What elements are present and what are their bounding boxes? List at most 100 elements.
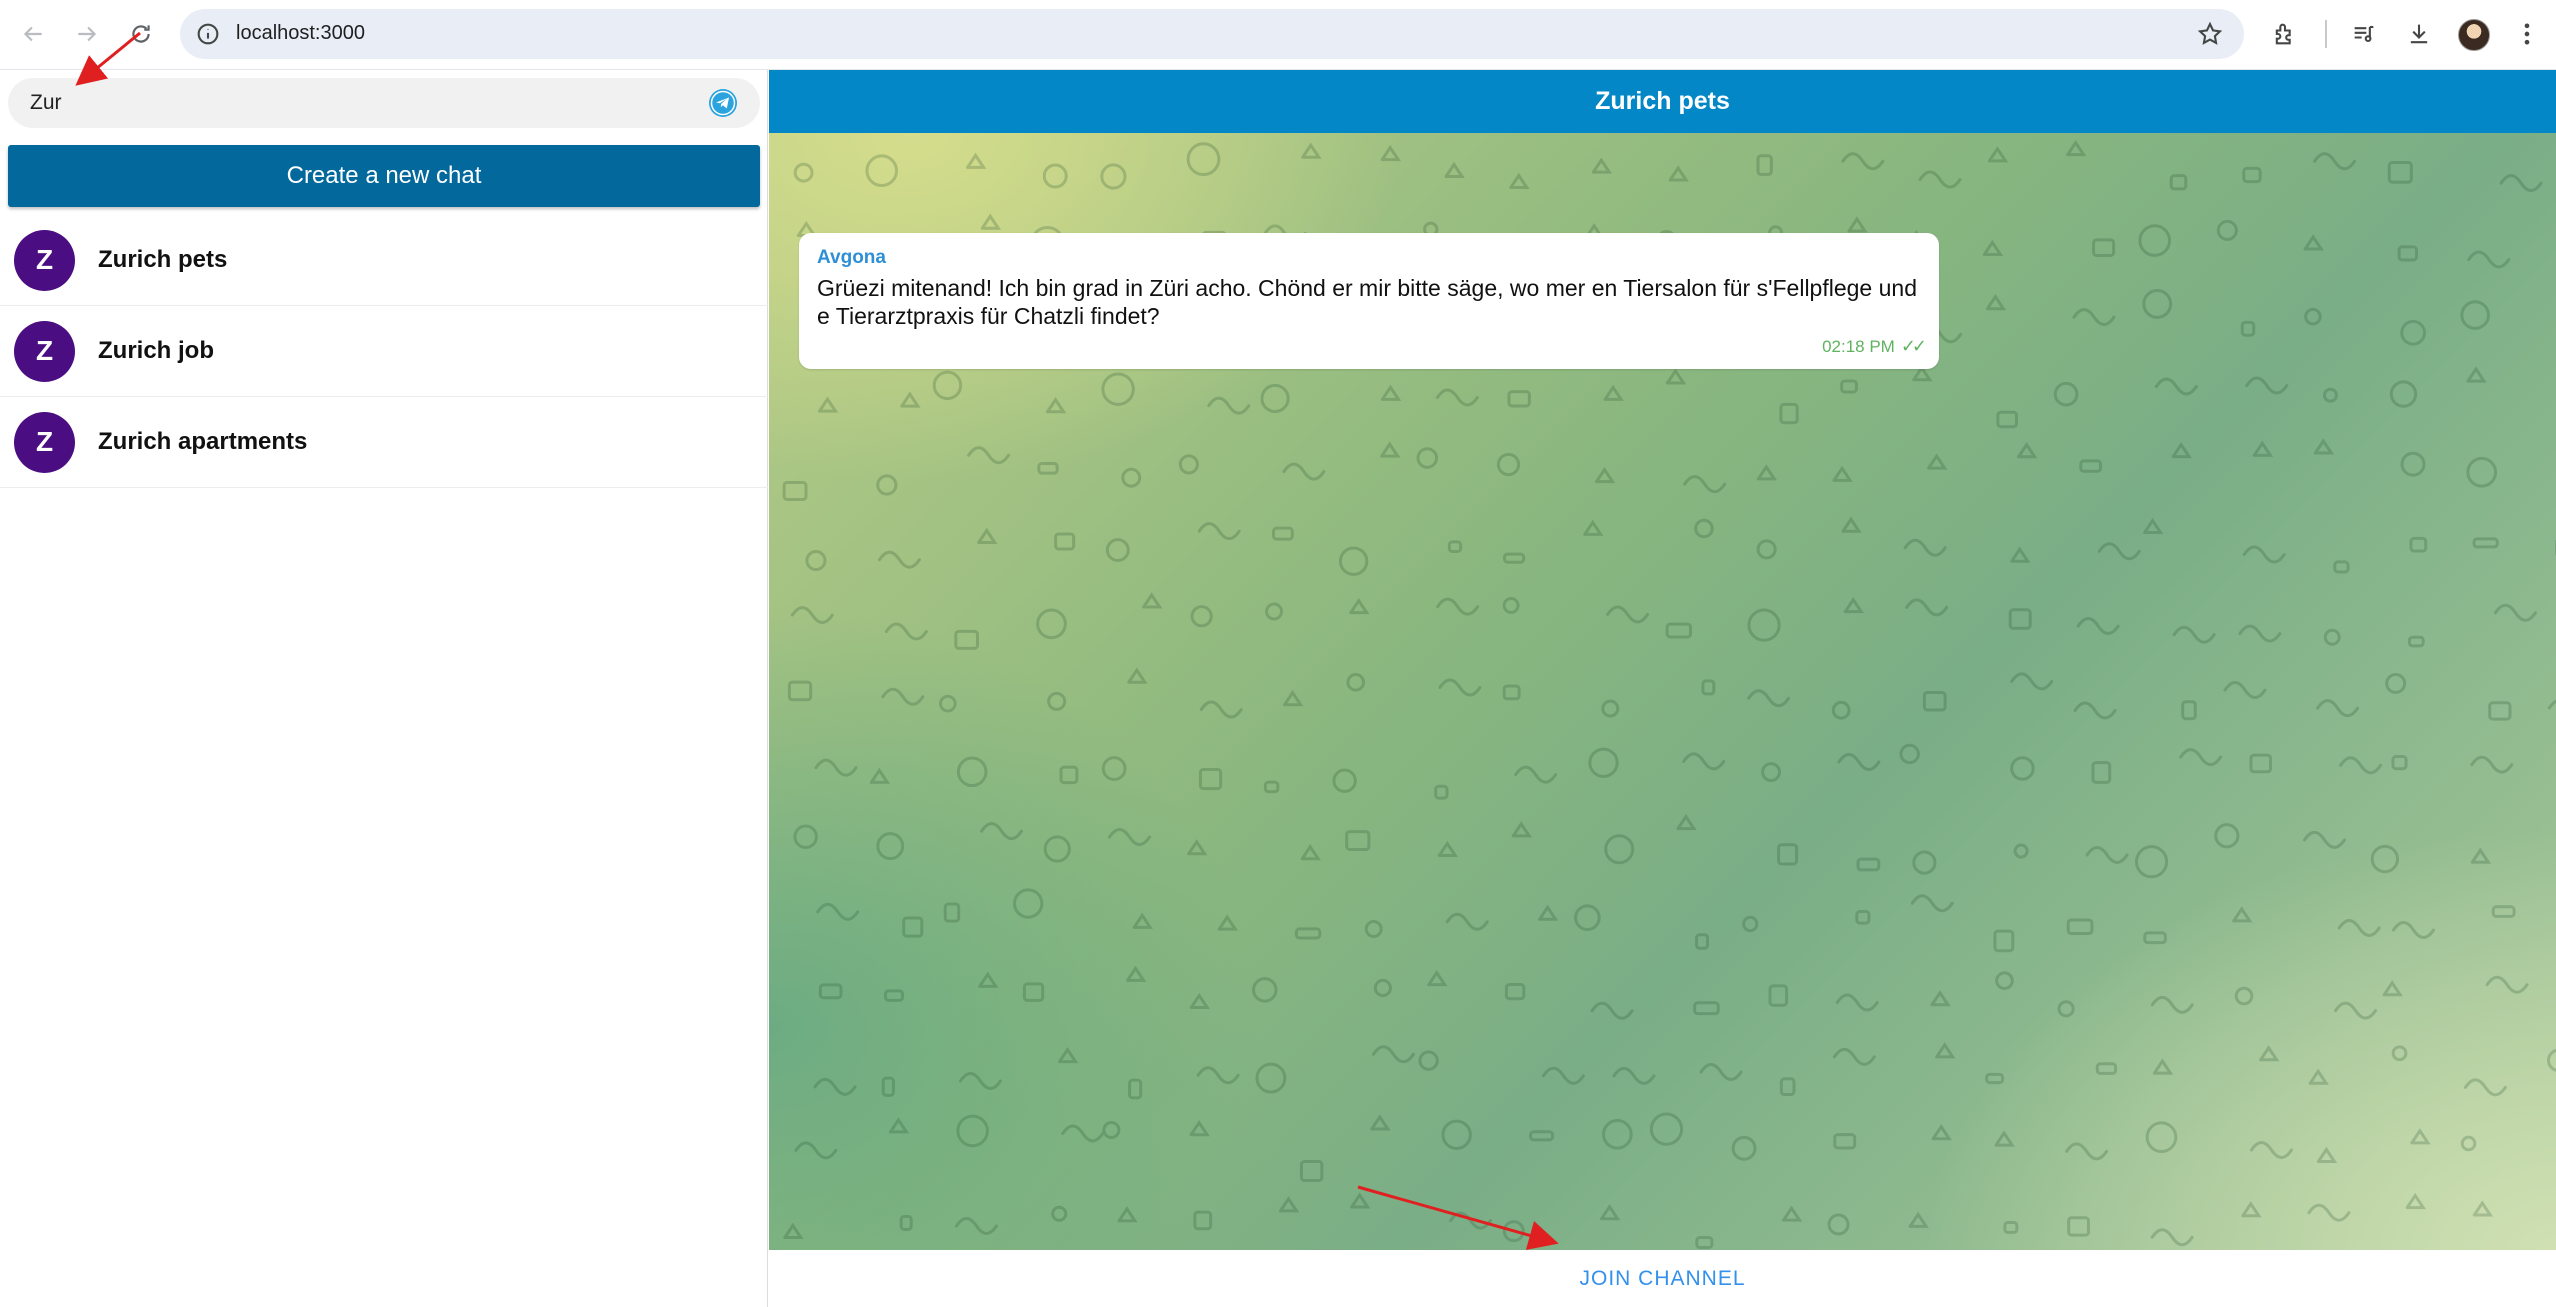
doodle-shape: [1502, 1220, 1525, 1243]
doodle-shape: [1541, 1066, 1585, 1085]
doodle-shape: [1905, 598, 1949, 617]
doodle-shape: [1602, 1119, 1633, 1150]
url-text[interactable]: localhost:3000: [236, 22, 365, 45]
doodle-shape: [2470, 847, 2492, 864]
doodle-shape: [977, 527, 998, 544]
doodle-shape: [805, 550, 827, 572]
doodle-shape: [1105, 538, 1130, 563]
doodle-shape: [1189, 992, 1211, 1010]
bookmark-star-icon[interactable]: [2196, 20, 2224, 48]
doodle-shape: [2057, 1000, 2075, 1018]
doodle-shape: [2472, 537, 2499, 549]
download-icon[interactable]: [2402, 17, 2436, 51]
doodle-shape: [1189, 1119, 1210, 1137]
doodle-shape: [1042, 163, 1068, 189]
doodle-shape: [2389, 380, 2418, 408]
doodle-shape: [1927, 453, 1948, 470]
doodle-shape: [1207, 396, 1251, 415]
doodle-shape: [1444, 161, 1465, 179]
doodle-shape: [2216, 219, 2238, 241]
doodle-shape: [2240, 320, 2256, 337]
doodle-shape: [1835, 993, 1879, 1012]
chat-item-zurich-pets[interactable]: Z Zurich pets: [0, 215, 768, 306]
doodle-shape: [1299, 1159, 1324, 1182]
doodle-shape: [1996, 410, 2018, 429]
more-menu-icon[interactable]: [2510, 17, 2544, 51]
doodle-shape: [2179, 748, 2223, 767]
doodle-shape: [2322, 387, 2338, 403]
join-channel-button[interactable]: JOIN CHANNEL: [1579, 1267, 1745, 1291]
doodle-shape: [932, 370, 963, 401]
doodle-shape: [1370, 1114, 1391, 1131]
doodle-shape: [2013, 843, 2029, 859]
doodle-shape: [2339, 756, 2383, 775]
doodle-shape: [1993, 929, 2015, 953]
doodle-shape: [783, 1222, 804, 1239]
doodle-shape: [1994, 1130, 2015, 1147]
doodle-shape: [1418, 1050, 1439, 1071]
site-info-icon[interactable]: [194, 20, 222, 48]
doodle-shape: [1294, 927, 1322, 940]
doodle-shape: [1847, 216, 1868, 233]
doodle-shape: [1747, 689, 1791, 708]
message-bubble[interactable]: Avgona Grüezi mitenand! Ich bin grad in …: [799, 233, 1939, 369]
doodle-shape: [902, 916, 924, 938]
extensions-icon[interactable]: [2268, 17, 2302, 51]
doodle-shape: [1437, 840, 1459, 858]
telegram-icon[interactable]: [708, 88, 738, 118]
doodle-shape: [2491, 905, 2516, 918]
doodle-shape: [1187, 839, 1208, 856]
media-control-icon[interactable]: [2347, 17, 2381, 51]
doodle-shape: [900, 391, 921, 408]
doodle-shape: [2017, 442, 2038, 459]
doodle-shape: [1283, 690, 1304, 707]
doodle-shape: [2242, 166, 2262, 184]
doodle-shape: [1198, 767, 1223, 791]
create-chat-button[interactable]: Create a new chat: [8, 145, 760, 207]
forward-icon[interactable]: [66, 13, 108, 55]
doodle-shape: [899, 1214, 913, 1231]
doodle-shape: [1910, 894, 1954, 913]
message-sender[interactable]: Avgona: [817, 247, 886, 269]
doodle-shape: [956, 1114, 989, 1148]
chat-item-zurich-apartments[interactable]: Z Zurich apartments: [0, 397, 768, 488]
doodle-shape: [1373, 978, 1392, 998]
doodle-shape: [2092, 238, 2116, 257]
doodle-shape: [1507, 390, 1531, 408]
profile-avatar[interactable]: [2458, 19, 2490, 51]
doodle-shape: [2470, 755, 2514, 774]
doodle-shape: [793, 162, 814, 183]
doodle-shape: [1350, 1192, 1371, 1209]
doodle-shape: [1178, 454, 1199, 475]
doodle-shape: [1682, 752, 1726, 771]
doodle-shape: [966, 152, 987, 169]
doodle-shape: [1300, 844, 1321, 861]
doodle-shape: [2238, 624, 2282, 643]
doodle-shape: [1301, 142, 1322, 159]
doodle-shape: [2010, 756, 2035, 781]
doodle-shape: [1436, 597, 1480, 616]
doodle-shape: [793, 824, 818, 850]
doodle-shape: [1196, 1066, 1240, 1085]
doodle-shape: [2234, 986, 2254, 1006]
doodle-shape: [1503, 552, 1526, 564]
doodle-shape: [1899, 743, 1920, 765]
back-icon[interactable]: [12, 13, 54, 55]
doodle-shape: [1841, 152, 1885, 171]
doodle-shape: [1121, 467, 1142, 488]
doodle-shape: [2142, 289, 2173, 319]
address-bar[interactable]: localhost:3000: [180, 9, 2244, 59]
doodle-shape: [1332, 768, 1357, 793]
chat-item-zurich-job[interactable]: Z Zurich job: [0, 306, 768, 397]
doodle-shape: [1504, 983, 1526, 1001]
doodle-shape: [1117, 1206, 1138, 1223]
doodle-shape: [881, 687, 925, 706]
doodle-shape: [2181, 700, 2197, 721]
doodle-shape: [1012, 888, 1044, 919]
reload-icon[interactable]: [120, 13, 162, 55]
doodle-shape: [2333, 560, 2350, 574]
doodle-shape: [1047, 691, 1067, 711]
doodle-shape: [1768, 984, 1789, 1007]
doodle-shape: [884, 989, 905, 1002]
search-input[interactable]: [28, 78, 698, 128]
